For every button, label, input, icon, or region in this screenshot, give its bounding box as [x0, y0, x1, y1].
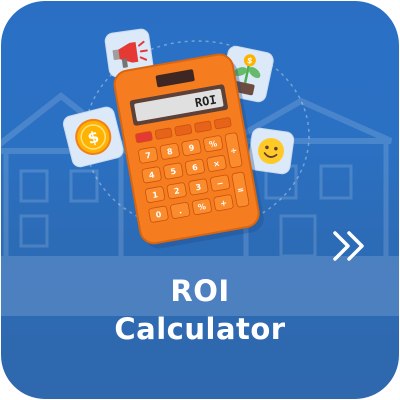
roi-calculator-card[interactable]: $ $ ROI 7 8 9 % 4 5 6 × 1 2 3 − 0 . % + …: [1, 1, 399, 399]
svg-text:%: %: [197, 202, 206, 212]
card-title-line1: ROI: [170, 274, 230, 308]
svg-text:%: %: [208, 139, 217, 149]
card-title-line2: Calculator: [114, 312, 286, 346]
double-chevron-right-icon[interactable]: [329, 225, 371, 267]
dollar-coin-icon: $: [62, 106, 124, 168]
